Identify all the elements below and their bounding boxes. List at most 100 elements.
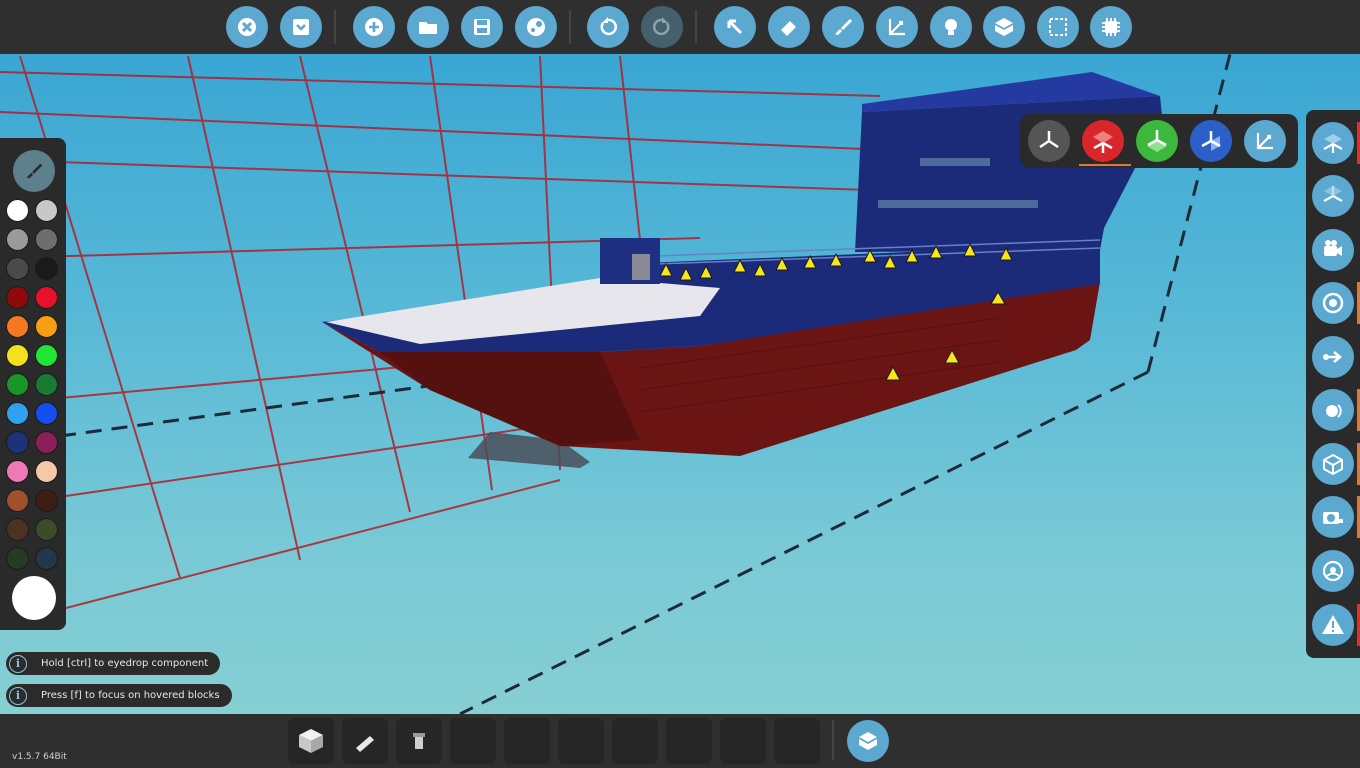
xray-cube-button[interactable] bbox=[1312, 443, 1354, 485]
color-swatch[interactable] bbox=[35, 431, 58, 454]
color-swatch[interactable] bbox=[35, 228, 58, 251]
hint-focus: i Press [f] to focus on hovered blocks bbox=[6, 684, 232, 707]
color-swatch[interactable] bbox=[35, 489, 58, 512]
color-swatch[interactable] bbox=[6, 373, 29, 396]
camera-button[interactable] bbox=[1312, 229, 1354, 271]
view-all-axes-button[interactable] bbox=[1028, 120, 1070, 162]
color-swatch[interactable] bbox=[35, 315, 58, 338]
save-disk-icon bbox=[474, 19, 490, 35]
paint-tool-button[interactable] bbox=[13, 150, 55, 192]
color-swatch[interactable] bbox=[35, 518, 58, 541]
select-cursor-icon bbox=[727, 19, 743, 35]
half-circle-button[interactable] bbox=[1312, 389, 1354, 431]
blue-axis-icon bbox=[1201, 131, 1221, 151]
color-swatch[interactable] bbox=[6, 547, 29, 570]
right-tool-panel bbox=[1306, 110, 1360, 658]
paint-brush-icon bbox=[26, 163, 43, 179]
save-button[interactable] bbox=[461, 6, 503, 48]
move-axis-button[interactable] bbox=[876, 6, 918, 48]
warning-button[interactable] bbox=[1312, 604, 1354, 646]
hotbar-slot-empty[interactable] bbox=[612, 718, 658, 764]
hotbar-slot-empty[interactable] bbox=[504, 718, 550, 764]
color-swatch[interactable] bbox=[6, 489, 29, 512]
half-circle-icon bbox=[1326, 404, 1342, 418]
color-swatch[interactable] bbox=[35, 547, 58, 570]
paint-palette bbox=[0, 138, 66, 630]
save-dropdown-button[interactable] bbox=[280, 6, 322, 48]
red-axis-icon bbox=[1093, 131, 1113, 153]
wedge-icon bbox=[356, 736, 374, 752]
color-swatch[interactable] bbox=[6, 518, 29, 541]
move-axis-icon bbox=[888, 19, 905, 36]
color-swatch[interactable] bbox=[6, 344, 29, 367]
move-axis-gizmo-button[interactable] bbox=[1244, 120, 1286, 162]
microchip-button[interactable] bbox=[1090, 6, 1132, 48]
hotbar-slot-empty[interactable] bbox=[558, 718, 604, 764]
axis-view-icon bbox=[1323, 134, 1343, 153]
redo-button[interactable] bbox=[641, 6, 683, 48]
close-icon bbox=[238, 18, 256, 36]
block-icon bbox=[299, 729, 323, 753]
target-button[interactable] bbox=[1312, 282, 1354, 324]
new-button[interactable] bbox=[353, 6, 395, 48]
view-all-axes-icon bbox=[1039, 131, 1059, 149]
green-axis-icon bbox=[1147, 130, 1167, 152]
color-swatch[interactable] bbox=[35, 344, 58, 367]
move-axis-icon bbox=[1256, 133, 1273, 150]
axis-view-alt-button[interactable] bbox=[1312, 175, 1354, 217]
hotbar-slot-pipe[interactable] bbox=[396, 718, 442, 764]
eraser-button[interactable] bbox=[768, 6, 810, 48]
new-icon bbox=[365, 18, 383, 36]
current-color-preview[interactable] bbox=[12, 576, 56, 620]
vehicle-info-button[interactable] bbox=[1312, 550, 1354, 592]
xray-cube-icon bbox=[1323, 453, 1343, 476]
color-swatch[interactable] bbox=[35, 402, 58, 425]
selection-box-button[interactable] bbox=[1037, 6, 1079, 48]
selection-box-icon bbox=[1049, 18, 1067, 36]
eraser-icon bbox=[781, 21, 796, 36]
info-icon: i bbox=[9, 686, 27, 705]
logic-nodes-icon bbox=[859, 732, 877, 750]
close-button[interactable] bbox=[226, 6, 268, 48]
undo-button[interactable] bbox=[587, 6, 629, 48]
photo-camera-button[interactable] bbox=[1312, 496, 1354, 538]
color-swatch[interactable] bbox=[6, 315, 29, 338]
hotbar-slot-block[interactable] bbox=[288, 718, 334, 764]
hotbar-slot-empty[interactable] bbox=[720, 718, 766, 764]
color-swatch[interactable] bbox=[6, 257, 29, 280]
color-swatch[interactable] bbox=[6, 286, 29, 309]
hint-eyedrop: i Hold [ctrl] to eyedrop component bbox=[6, 652, 221, 675]
color-swatch[interactable] bbox=[6, 402, 29, 425]
camera-icon bbox=[1324, 240, 1342, 256]
color-swatch[interactable] bbox=[6, 431, 29, 454]
blue-axis-button[interactable] bbox=[1190, 120, 1232, 162]
hotbar-slot-empty[interactable] bbox=[450, 718, 496, 764]
green-axis-button[interactable] bbox=[1136, 120, 1178, 162]
steam-workshop-button[interactable] bbox=[515, 6, 557, 48]
color-swatch[interactable] bbox=[35, 373, 58, 396]
hotbar-slot-empty[interactable] bbox=[774, 718, 820, 764]
photo-camera-icon bbox=[1323, 512, 1343, 524]
color-swatch[interactable] bbox=[35, 460, 58, 483]
red-axis-button[interactable] bbox=[1082, 120, 1124, 162]
color-swatch[interactable] bbox=[6, 460, 29, 483]
color-swatch[interactable] bbox=[6, 199, 29, 222]
color-swatch[interactable] bbox=[6, 228, 29, 251]
select-button[interactable] bbox=[714, 6, 756, 48]
arrow-toggle-button[interactable] bbox=[1312, 336, 1354, 378]
light-button[interactable] bbox=[930, 6, 972, 48]
hint-text: Press [f] to focus on hovered blocks bbox=[41, 690, 220, 701]
paint-button[interactable] bbox=[822, 6, 864, 48]
color-swatch[interactable] bbox=[35, 199, 58, 222]
hotbar-slot-empty[interactable] bbox=[666, 718, 712, 764]
open-button[interactable] bbox=[407, 6, 449, 48]
microchip-icon bbox=[1102, 18, 1120, 36]
logic-button[interactable] bbox=[983, 6, 1025, 48]
inventory-button[interactable] bbox=[847, 720, 889, 762]
color-swatch[interactable] bbox=[35, 257, 58, 280]
color-swatch[interactable] bbox=[35, 286, 58, 309]
hotbar-slot-wedge[interactable] bbox=[342, 718, 388, 764]
bottom-toolbar bbox=[0, 714, 1360, 768]
axis-view-button[interactable] bbox=[1312, 122, 1354, 164]
logic-nodes-icon bbox=[995, 18, 1013, 36]
